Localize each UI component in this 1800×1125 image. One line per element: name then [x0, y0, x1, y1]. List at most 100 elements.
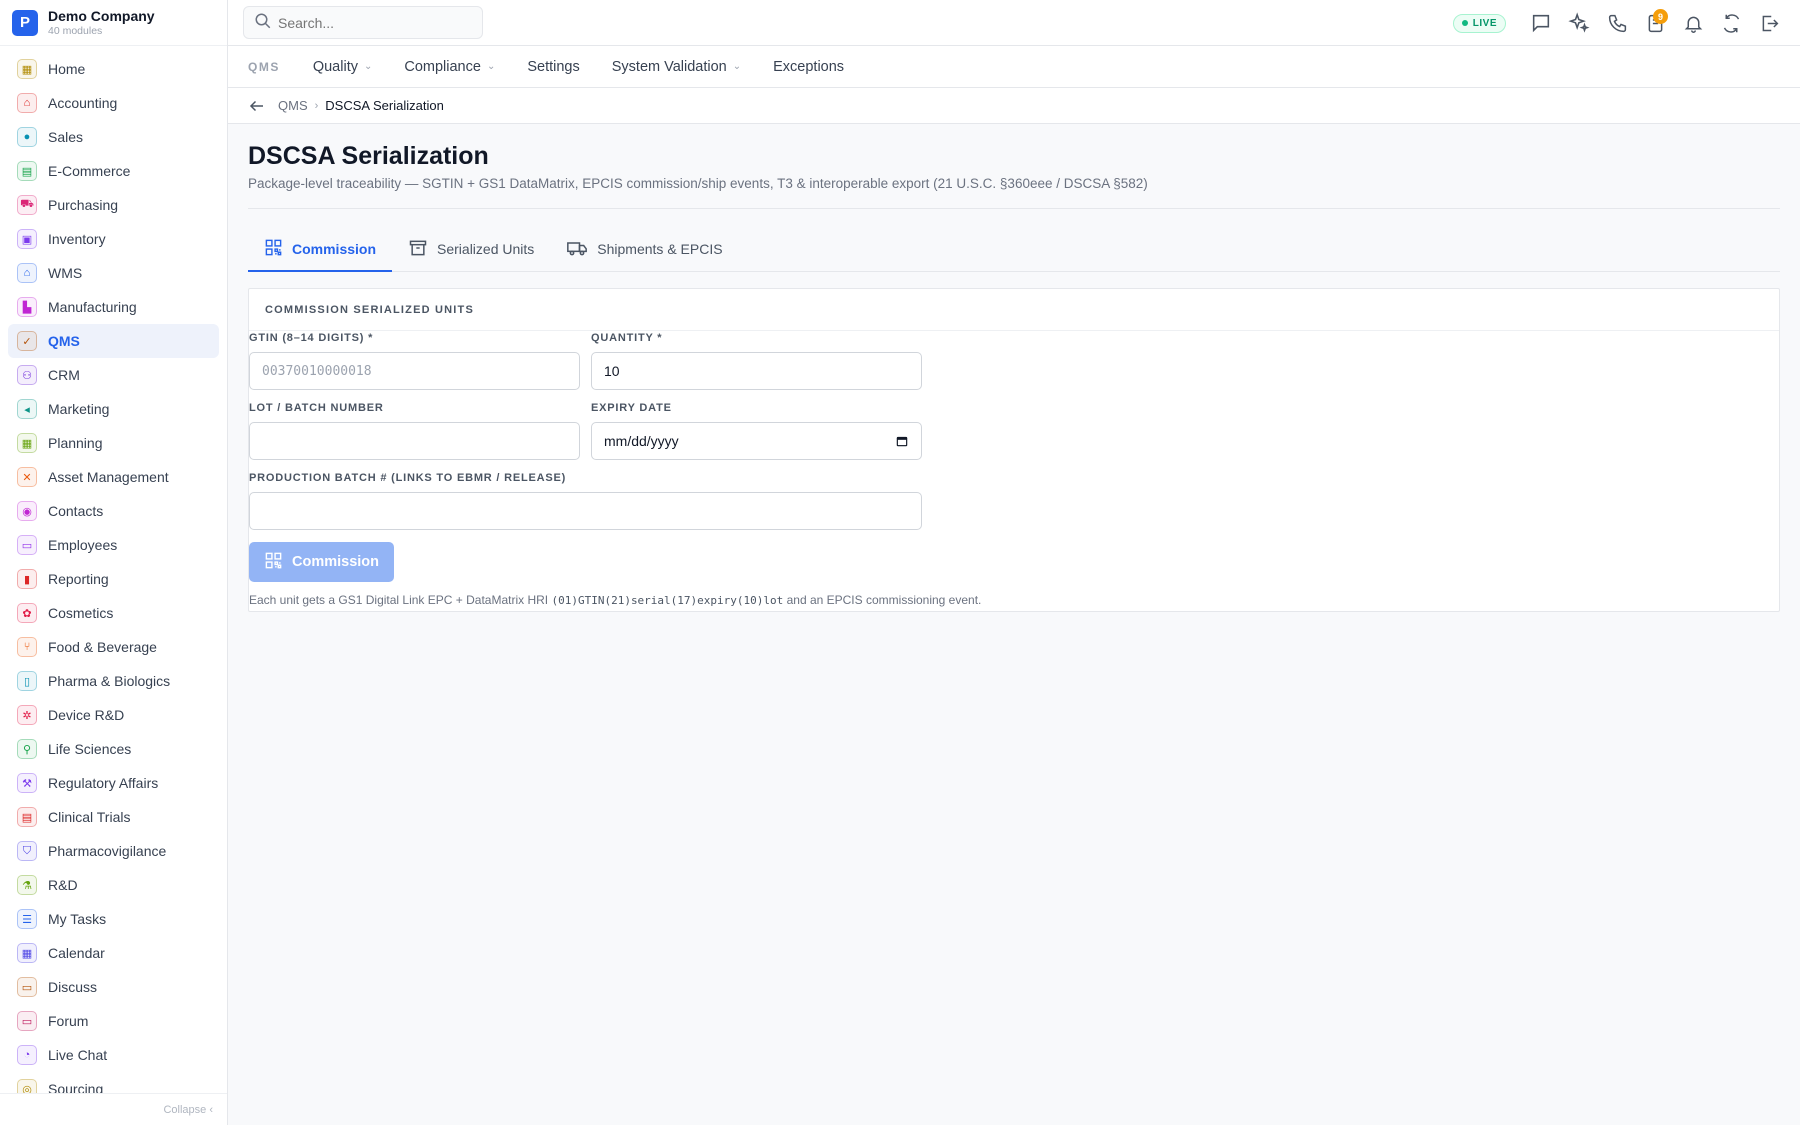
tab-commission[interactable]: Commission — [248, 228, 393, 272]
sidebar-item-sales[interactable]: ● Sales — [8, 120, 219, 154]
sidebar-item-purchasing[interactable]: ⛟ Purchasing — [8, 188, 219, 222]
global-search[interactable] — [243, 6, 483, 39]
back-arrow-icon[interactable] — [248, 97, 266, 115]
store-icon: ▤ — [17, 161, 37, 181]
breadcrumb-separator: › — [314, 99, 319, 112]
bank-icon: ⌂ — [17, 93, 37, 113]
sidebar-item-label: Pharma & Biologics — [48, 673, 171, 689]
tab-serialized-units[interactable]: Serialized Units — [392, 228, 550, 272]
sidebar-item-qms[interactable]: ✓ QMS — [8, 324, 219, 358]
sidebar-item-pharma-biologics[interactable]: ▯ Pharma & Biologics — [8, 664, 219, 698]
check-badge-icon: ✓ — [17, 331, 37, 351]
menu-label: Quality — [312, 58, 358, 75]
sidebar-item-r-d[interactable]: ⚗ R&D — [8, 868, 219, 902]
sidebar-item-discuss[interactable]: ▭ Discuss — [8, 970, 219, 1004]
sidebar-item-cosmetics[interactable]: ✿ Cosmetics — [8, 596, 219, 630]
sidebar-item-label: Sales — [48, 129, 84, 145]
menu-label: Settings — [527, 58, 580, 75]
sidebar-item-label: Live Chat — [48, 1047, 108, 1063]
grid-icon: ▦ — [17, 59, 37, 79]
sidebar-item-label: Regulatory Affairs — [48, 775, 159, 791]
sidebar-item-asset-management[interactable]: ✕ Asset Management — [8, 460, 219, 494]
calendar-icon[interactable] — [895, 434, 909, 451]
approvals-icon[interactable]: 9 — [1636, 4, 1674, 42]
sidebar-item-regulatory-affairs[interactable]: ⚒ Regulatory Affairs — [8, 766, 219, 800]
microscope-icon: ⚲ — [17, 739, 37, 759]
ai-sparkle-icon[interactable] — [1560, 4, 1598, 42]
lot-input[interactable] — [262, 433, 567, 449]
gtin-input[interactable] — [262, 363, 567, 379]
sidebar-item-clinical-trials[interactable]: ▤ Clinical Trials — [8, 800, 219, 834]
sidebar-item-label: Reporting — [48, 571, 109, 587]
sidebar-item-crm[interactable]: ⚇ CRM — [8, 358, 219, 392]
logout-icon[interactable] — [1750, 4, 1788, 42]
sidebar-item-contacts[interactable]: ◉ Contacts — [8, 494, 219, 528]
sidebar-item-my-tasks[interactable]: ☰ My Tasks — [8, 902, 219, 936]
sidebar-item-marketing[interactable]: ◂ Marketing — [8, 392, 219, 426]
tab-label: Serialized Units — [437, 241, 535, 257]
megaphone-icon: ◂ — [17, 399, 37, 419]
sidebar-item-sourcing[interactable]: ◎ Sourcing — [8, 1072, 219, 1093]
forum-icon: ▭ — [17, 1011, 37, 1031]
search-input[interactable] — [278, 14, 458, 31]
commission-form-card: COMMISSION SERIALIZED UNITS GTIN (8–14 D… — [248, 288, 1780, 612]
sidebar-item-calendar[interactable]: ▦ Calendar — [8, 936, 219, 970]
tab-shipments-epcis[interactable]: Shipments & EPCIS — [550, 228, 738, 272]
sidebar-item-label: Clinical Trials — [48, 809, 131, 825]
sidebar-item-device-r-d[interactable]: ✲ Device R&D — [8, 698, 219, 732]
help-prefix: Each unit gets a GS1 Digital Link EPC + … — [249, 593, 552, 607]
sidebar-item-forum[interactable]: ▭ Forum — [8, 1004, 219, 1038]
headset-icon: ◔ — [17, 1045, 37, 1065]
sidebar-item-life-sciences[interactable]: ⚲ Life Sciences — [8, 732, 219, 766]
sidebar-item-planning[interactable]: ▦ Planning — [8, 426, 219, 460]
menu-settings[interactable]: Settings — [527, 59, 579, 75]
sidebar-item-live-chat[interactable]: ◔ Live Chat — [8, 1038, 219, 1072]
production-batch-input[interactable] — [262, 503, 909, 519]
archive-icon — [408, 238, 437, 261]
menu-compliance[interactable]: Compliance ⌄ — [404, 59, 495, 75]
breadcrumb-current: DSCSA Serialization — [325, 98, 444, 113]
sidebar-item-label: QMS — [48, 333, 80, 349]
chevron-down-icon: ⌄ — [732, 61, 742, 72]
collapse-button[interactable]: Collapse ‹ — [0, 1093, 227, 1125]
sidebar-item-accounting[interactable]: ⌂ Accounting — [8, 86, 219, 120]
menu-system-validation[interactable]: System Validation ⌄ — [612, 59, 741, 75]
sidebar-item-label: Device R&D — [48, 707, 125, 723]
refresh-icon[interactable] — [1712, 4, 1750, 42]
sidebar-item-employees[interactable]: ▭ Employees — [8, 528, 219, 562]
company-name: Demo Company — [48, 7, 155, 24]
bell-icon[interactable] — [1674, 4, 1712, 42]
company-switcher[interactable]: P Demo Company 40 modules — [0, 0, 227, 46]
sidebar-item-inventory[interactable]: ▣ Inventory — [8, 222, 219, 256]
lot-field[interactable] — [249, 422, 580, 460]
sidebar-item-wms[interactable]: ⌂ WMS — [8, 256, 219, 290]
menu-quality[interactable]: Quality ⌄ — [313, 59, 373, 75]
menu-exceptions[interactable]: Exceptions — [773, 59, 844, 75]
sidebar-item-manufacturing[interactable]: ▙ Manufacturing — [8, 290, 219, 324]
phone-icon[interactable] — [1598, 4, 1636, 42]
help-suffix: and an EPCIS commissioning event. — [783, 593, 982, 607]
quantity-field[interactable] — [591, 352, 922, 390]
sidebar-item-home[interactable]: ▦ Home — [8, 52, 219, 86]
expiry-date-field[interactable]: mm/dd/yyyy — [591, 422, 922, 460]
menu-label: Exceptions — [773, 58, 845, 75]
sidebar-item-label: Purchasing — [48, 197, 119, 213]
users-icon: ⚇ — [17, 365, 37, 385]
utensils-icon: ⑂ — [17, 637, 37, 657]
module-label: QMS — [248, 59, 280, 74]
commission-button[interactable]: Commission — [249, 542, 394, 582]
messages-icon[interactable] — [1522, 4, 1560, 42]
sidebar-item-pharmacovigilance[interactable]: ⛉ Pharmacovigilance — [8, 834, 219, 868]
sidebar-item-e-commerce[interactable]: ▤ E-Commerce — [8, 154, 219, 188]
warehouse-icon: ⌂ — [17, 263, 37, 283]
sidebar-item-food-beverage[interactable]: ⑂ Food & Beverage — [8, 630, 219, 664]
quantity-input[interactable] — [604, 363, 909, 379]
page-subtitle: Package-level traceability — SGTIN + GS1… — [248, 176, 1148, 191]
production-batch-field[interactable] — [249, 492, 922, 530]
breadcrumb-parent[interactable]: QMS — [278, 98, 308, 113]
gtin-field[interactable] — [249, 352, 580, 390]
sidebar-item-label: Cosmetics — [48, 605, 114, 621]
gtin-label: GTIN (8–14 DIGITS) * — [249, 332, 374, 344]
sidebar-item-reporting[interactable]: ▮ Reporting — [8, 562, 219, 596]
sidebar-item-label: Discuss — [48, 979, 98, 995]
